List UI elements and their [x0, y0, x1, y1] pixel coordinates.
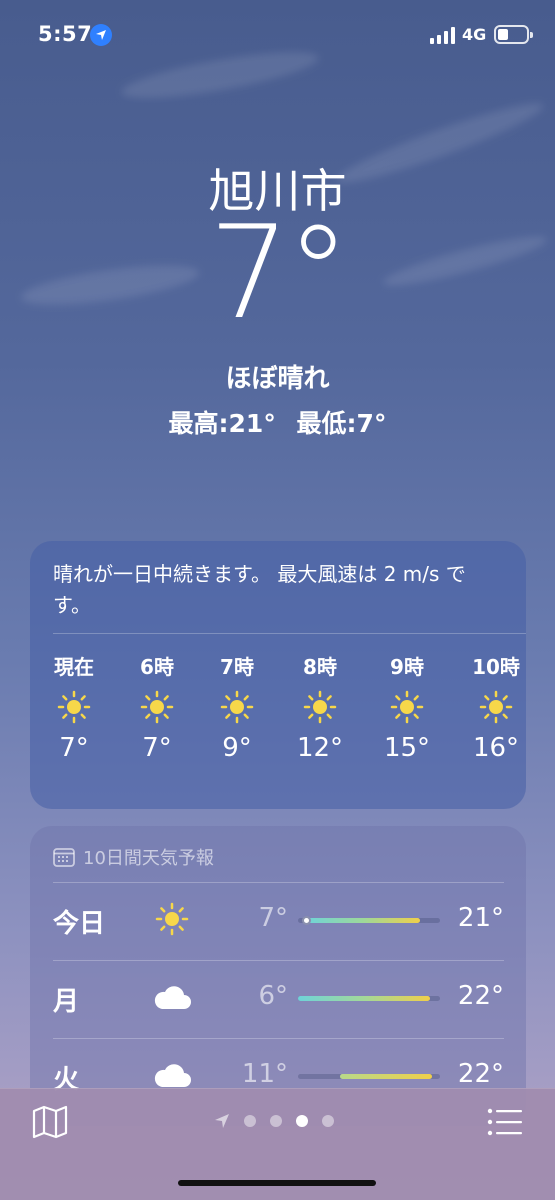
page-dot-active	[296, 1115, 308, 1127]
forecast-low: 11°	[241, 1059, 288, 1089]
list-icon	[487, 1108, 522, 1136]
hour-item: 8時 12°	[285, 651, 355, 763]
sun-icon	[122, 681, 192, 733]
forecast-row[interactable]: 今日 7° 21°	[30, 883, 526, 961]
location-arrow-icon	[90, 24, 112, 46]
sun-icon	[461, 681, 531, 733]
battery-icon	[494, 25, 533, 44]
current-temperature: 7°	[208, 199, 350, 348]
hourly-forecast-card[interactable]: 晴れが一日中続きます。 最大風速は 2 m/s です。 現在 7° 6時 7° …	[30, 541, 526, 809]
hour-temp: 9°	[222, 733, 252, 763]
forecast-day: 月	[53, 987, 80, 1017]
hour-temp: 15°	[383, 733, 431, 763]
ten-day-forecast-card[interactable]: 10日間天気予報 今日 7° 21° 月 6° 22° 火 11° 22°	[30, 826, 526, 1126]
calendar-icon	[53, 848, 75, 867]
hour-item: 現在 7°	[39, 651, 109, 763]
home-indicator[interactable]	[178, 1180, 376, 1186]
hour-item: 6時 7°	[122, 651, 192, 763]
temperature-range-bar	[298, 1074, 440, 1079]
sun-icon	[372, 681, 442, 733]
page-indicator[interactable]	[214, 1113, 334, 1129]
hour-label: 9時	[390, 655, 424, 679]
high-low: 最高:21° 最低:7°	[0, 404, 555, 440]
current-temp-dot	[302, 916, 311, 925]
sun-icon	[150, 899, 194, 939]
temperature-range-bar	[298, 916, 440, 925]
forecast-low: 7°	[258, 903, 288, 933]
cloud-icon	[150, 977, 194, 1017]
weather-summary: 晴れが一日中続きます。 最大風速は 2 m/s です。	[53, 562, 466, 617]
network-type: 4G	[462, 25, 487, 44]
signal-icon	[430, 26, 455, 44]
sun-icon	[202, 681, 272, 733]
page-dot	[270, 1115, 282, 1127]
forecast-high: 22°	[457, 1059, 504, 1089]
hour-item: 9時 15°	[372, 651, 442, 763]
forecast-high: 22°	[457, 981, 504, 1011]
weather-condition: ほぼ晴れ	[225, 364, 330, 394]
hour-temp: 7°	[59, 733, 89, 763]
temperature-range-bar	[298, 996, 440, 1001]
hour-label: 現在	[54, 655, 94, 679]
forecast-row[interactable]: 月 6° 22°	[30, 961, 526, 1039]
hour-item: 7時 9°	[202, 651, 272, 763]
divider	[53, 633, 526, 634]
low-temp: 最低:7°	[296, 409, 387, 438]
high-temp: 最高:21°	[168, 409, 276, 438]
forecast-header: 10日間天気予報	[53, 844, 214, 870]
current-location-icon	[215, 1114, 229, 1128]
page-dot	[244, 1115, 256, 1127]
forecast-day: 今日	[53, 909, 106, 939]
hour-label: 10時	[472, 655, 520, 679]
sun-icon	[39, 681, 109, 733]
hourly-list[interactable]: 現在 7° 6時 7° 7時 9° 8時 12° 9時 15° 10時 16°	[30, 651, 526, 801]
forecast-title: 10日間天気予報	[83, 848, 214, 869]
hour-label: 8時	[303, 655, 337, 679]
hour-temp: 7°	[142, 733, 172, 763]
hour-label: 6時	[140, 655, 174, 679]
forecast-high: 21°	[457, 903, 504, 933]
status-time: 5:57	[38, 22, 93, 46]
map-icon	[32, 1105, 68, 1139]
hour-temp: 12°	[296, 733, 344, 763]
sun-icon	[285, 681, 355, 733]
hour-temp: 16°	[472, 733, 520, 763]
hour-label: 7時	[220, 655, 254, 679]
status-bar: 5:57 4G	[0, 0, 555, 70]
map-button[interactable]	[31, 1105, 69, 1139]
page-dot	[322, 1115, 334, 1127]
hour-item: 10時 16°	[461, 651, 531, 763]
city-list-button[interactable]	[486, 1107, 524, 1137]
forecast-low: 6°	[258, 981, 288, 1011]
